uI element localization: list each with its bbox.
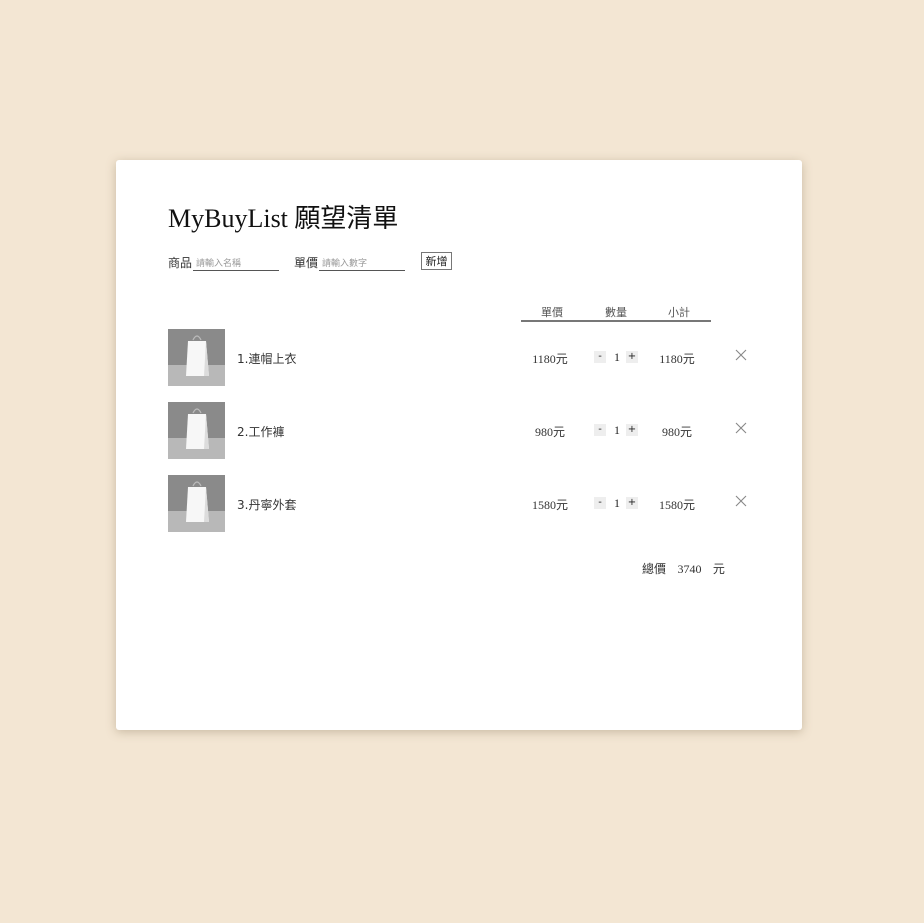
shopping-bag-icon — [168, 475, 225, 532]
item-subtotal: 980元 — [661, 425, 692, 439]
shopping-bag-icon — [168, 329, 225, 386]
decrease-button[interactable]: - — [594, 497, 606, 509]
total-value: 3740 — [677, 562, 702, 576]
item-price: 1580元 — [531, 498, 568, 512]
price-label: 單價 — [294, 256, 319, 270]
item-name: 3.丹寧外套 — [237, 498, 297, 512]
total-label: 總價 — [642, 562, 667, 576]
table-header: 單價 數量 小計 — [521, 304, 711, 322]
header-qty: 數量 — [605, 306, 627, 319]
increase-button[interactable]: + — [626, 351, 638, 363]
decrease-button[interactable]: - — [594, 351, 606, 363]
table-row: 1.連帽上衣 1180元 - 1 + 1180元 — [168, 329, 758, 387]
close-icon[interactable] — [733, 420, 749, 436]
item-subtotal: 1180元 — [659, 352, 695, 366]
item-subtotal: 1580元 — [658, 498, 695, 512]
total-summary: 總價 3740 元 — [642, 560, 725, 577]
item-qty: 1 — [614, 350, 620, 364]
wishlist-card: MyBuyList 願望清單 商品 單價 新增 單價 數量 小計 1.連帽上衣 … — [116, 160, 802, 730]
table-row: 2.工作褲 980元 - 1 + 980元 — [168, 402, 758, 460]
decrease-button[interactable]: - — [594, 424, 606, 436]
close-icon[interactable] — [733, 347, 749, 363]
increase-button[interactable]: + — [626, 497, 638, 509]
price-input[interactable] — [319, 255, 405, 271]
table-row: 3.丹寧外套 1580元 - 1 + 1580元 — [168, 475, 758, 533]
item-price: 1180元 — [532, 352, 568, 366]
header-subtotal: 小計 — [668, 306, 690, 319]
page-title: MyBuyList 願望清單 — [168, 204, 399, 233]
item-price: 980元 — [534, 425, 565, 439]
item-qty: 1 — [614, 496, 620, 510]
total-unit: 元 — [712, 562, 725, 576]
item-name: 2.工作褲 — [237, 425, 285, 439]
shopping-bag-icon — [168, 402, 225, 459]
add-button[interactable]: 新增 — [421, 252, 452, 270]
quantity-stepper: - 1 + — [592, 496, 642, 510]
item-name: 1.連帽上衣 — [237, 352, 297, 366]
increase-button[interactable]: + — [626, 424, 638, 436]
add-item-form: 商品 單價 新增 — [168, 252, 768, 272]
item-qty: 1 — [614, 423, 620, 437]
quantity-stepper: - 1 + — [592, 350, 642, 364]
product-label: 商品 — [168, 256, 193, 270]
close-icon[interactable] — [733, 493, 749, 509]
product-name-input[interactable] — [193, 255, 279, 271]
quantity-stepper: - 1 + — [592, 423, 642, 437]
header-price: 單價 — [541, 306, 563, 319]
